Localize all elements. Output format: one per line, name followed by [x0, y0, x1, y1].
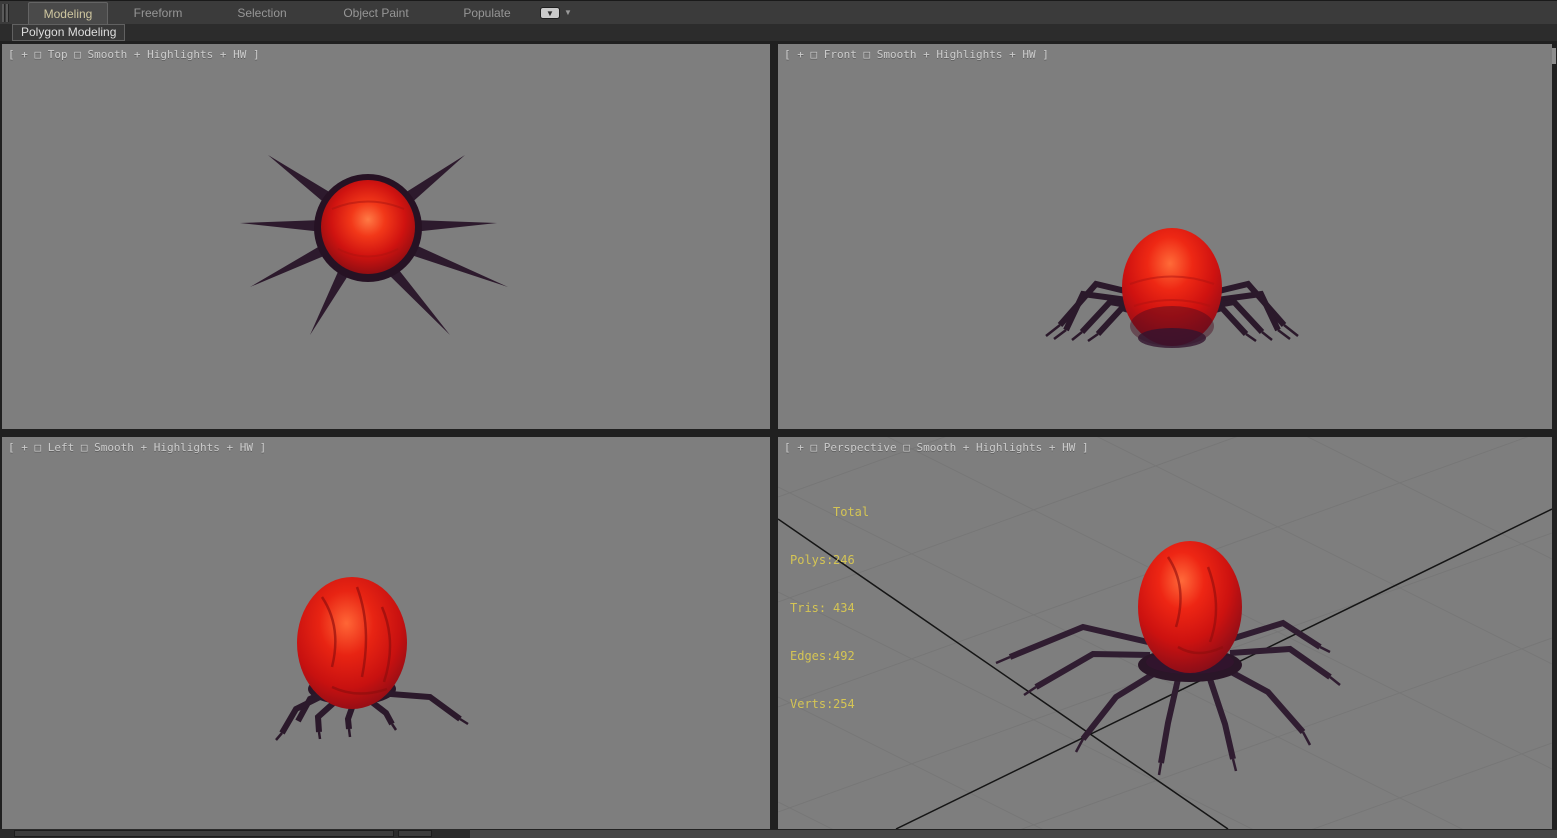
track-bar-segment — [398, 830, 432, 837]
ribbon-tab-bar: Modeling Freeform Selection Object Paint… — [0, 0, 1557, 25]
ribbon-tab-populate[interactable]: Populate — [448, 1, 526, 25]
spider-model-left-view[interactable] — [2, 437, 770, 829]
ribbon-tab-modeling[interactable]: Modeling — [28, 2, 108, 25]
ribbon-tab-freeform[interactable]: Freeform — [118, 1, 198, 25]
ribbon-panel-row: Polygon Modeling — [0, 24, 1557, 41]
spider-model-top-view[interactable] — [2, 44, 770, 429]
stats-row-polys: Polys:246 — [790, 553, 855, 567]
viewport-top[interactable]: [ + □ Top □ Smooth + Highlights + HW ] — [2, 44, 770, 429]
track-bar-strip — [0, 829, 1557, 838]
viewport-perspective[interactable]: [ + □ Perspective □ Smooth + Highlights … — [778, 437, 1552, 829]
ribbon-grip[interactable] — [6, 4, 9, 22]
viewport-label-perspective[interactable]: [ + □ Perspective □ Smooth + Highlights … — [784, 441, 1089, 454]
viewport-front[interactable]: [ + □ Front □ Smooth + Highlights + HW ] — [778, 44, 1552, 429]
stats-row-tris: Tris: 434 — [790, 601, 855, 615]
viewport-edge-notch — [1552, 48, 1556, 64]
stats-title: Total — [833, 505, 870, 519]
ribbon-options-caret-icon[interactable]: ▼ — [564, 7, 572, 19]
perspective-grid — [778, 437, 1552, 829]
viewport-label-left[interactable]: [ + □ Left □ Smooth + Highlights + HW ] — [8, 441, 266, 454]
minimize-ribbon-button[interactable]: ▼ — [540, 7, 560, 19]
viewport-left[interactable]: [ + □ Left □ Smooth + Highlights + HW ] — [2, 437, 770, 829]
app-window: { "ribbon": { "tabs": [ {"label": "Model… — [0, 0, 1557, 838]
panel-tab-polygon-modeling[interactable]: Polygon Modeling — [12, 24, 126, 41]
track-bar-segment — [14, 830, 394, 837]
viewport-label-front[interactable]: [ + □ Front □ Smooth + Highlights + HW ] — [784, 48, 1049, 61]
spider-model-perspective-view[interactable] — [995, 541, 1341, 776]
stats-row-edges: Edges:492 — [790, 649, 855, 663]
ribbon-tab-selection[interactable]: Selection — [222, 1, 302, 25]
spider-model-front-view[interactable] — [778, 44, 1552, 429]
viewport-label-top[interactable]: [ + □ Top □ Smooth + Highlights + HW ] — [8, 48, 260, 61]
stats-row-verts: Verts:254 — [790, 697, 855, 711]
polygon-statistics-overlay: Total Polys:246 Tris: 434 Edges:492 Verts… — [790, 472, 869, 744]
ribbon-tab-object-paint[interactable]: Object Paint — [330, 1, 422, 25]
ribbon-grip[interactable] — [2, 4, 5, 22]
viewport-area: [ + □ Top □ Smooth + Highlights + HW ] [… — [0, 41, 1557, 838]
